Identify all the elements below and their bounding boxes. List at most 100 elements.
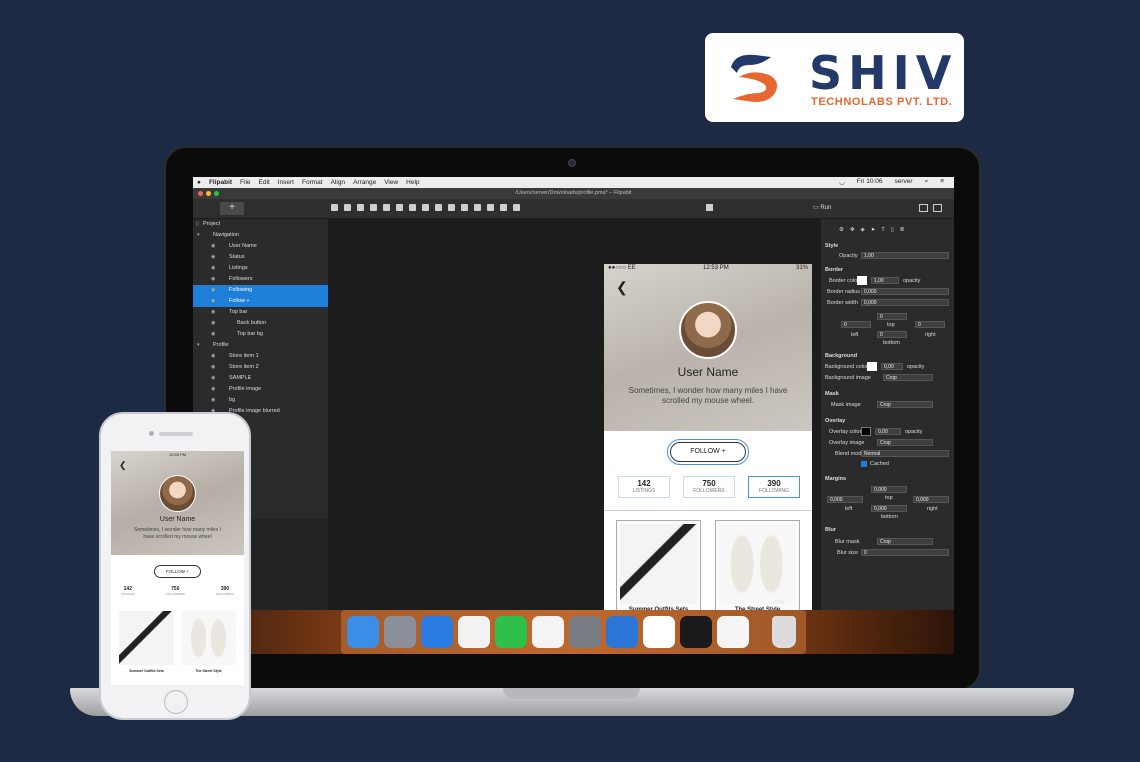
facetime-icon[interactable]	[495, 616, 527, 648]
margin-bottom-field[interactable]: 0,000	[871, 505, 907, 512]
visibility-eye-icon[interactable]: ◉	[211, 285, 215, 296]
tool-chart-icon[interactable]	[474, 204, 481, 211]
terminal-icon[interactable]	[680, 616, 712, 648]
visibility-eye-icon[interactable]: ◉	[211, 241, 215, 252]
wifi-icon[interactable]: ◡	[839, 178, 845, 186]
photos-icon[interactable]	[532, 616, 564, 648]
tool-edit-icon[interactable]	[422, 204, 429, 211]
xcode-icon[interactable]	[606, 616, 638, 648]
tool-column-icon[interactable]	[344, 204, 351, 211]
tool-video-icon[interactable]	[448, 204, 455, 211]
phone-stat[interactable]: 750 FOLLOWERS	[166, 586, 185, 596]
border-right-field[interactable]: 0	[915, 321, 945, 328]
safari-icon[interactable]	[421, 616, 453, 648]
tool-grid-icon[interactable]	[500, 204, 507, 211]
tool-check-icon[interactable]	[513, 204, 520, 211]
visibility-eye-icon[interactable]: ◉	[211, 274, 215, 285]
stat-following[interactable]: 390 FOLLOWING	[748, 476, 800, 498]
layer-item[interactable]: ▾ Navigation	[193, 230, 328, 241]
tool-camera-icon[interactable]	[435, 204, 442, 211]
project-icon[interactable]: ▯	[196, 219, 199, 230]
layer-item[interactable]: ◉ bg	[193, 395, 328, 406]
visibility-eye-icon[interactable]: ◉	[211, 263, 215, 274]
disclosure-icon[interactable]: ▾	[197, 340, 200, 351]
layer-item[interactable]: ◉ Store item 2	[193, 362, 328, 373]
run-button[interactable]: ▭ Run	[813, 204, 831, 211]
stat-listings[interactable]: 142 LISTINGS	[618, 476, 670, 498]
opacity-field[interactable]: 1,00	[861, 252, 949, 259]
background-opacity-field[interactable]: 0,00	[881, 363, 903, 370]
background-color-swatch[interactable]	[867, 362, 877, 371]
phone-back-button[interactable]: ❮	[119, 460, 127, 471]
overlay-opacity-field[interactable]: 0,00	[875, 428, 901, 435]
visibility-eye-icon[interactable]: ◉	[211, 384, 215, 395]
visibility-eye-icon[interactable]: ◉	[211, 395, 215, 406]
border-top-field[interactable]: 0	[877, 313, 907, 320]
follow-button[interactable]: FOLLOW +	[667, 439, 749, 465]
layer-item[interactable]: ◉ SAMPLE	[193, 373, 328, 384]
border-width-field[interactable]: 0,000	[861, 299, 949, 306]
add-layer-button[interactable]: +	[220, 202, 244, 215]
visibility-eye-icon[interactable]: ◉	[211, 252, 215, 263]
visibility-eye-icon[interactable]: ◉	[211, 307, 215, 318]
system-preferences-icon[interactable]	[569, 616, 601, 648]
menu-view[interactable]: View	[384, 179, 398, 186]
cursor-tab-icon[interactable]: ➤	[871, 227, 876, 233]
apple-menu-icon[interactable]: ●	[197, 179, 201, 186]
menu-file[interactable]: File	[240, 179, 250, 186]
tool-draw-icon[interactable]	[409, 204, 416, 211]
menu-user[interactable]: server	[895, 178, 913, 186]
zoom-level[interactable]: 63%	[774, 600, 784, 606]
menu-edit[interactable]: Edit	[259, 179, 270, 186]
visibility-eye-icon[interactable]: ◉	[211, 362, 215, 373]
notification-center-icon[interactable]: ≡	[940, 178, 944, 186]
cached-checkbox[interactable]	[861, 461, 867, 467]
blur-size-field[interactable]: 0	[861, 549, 949, 556]
layer-item[interactable]: ◉ Store item 1	[193, 351, 328, 362]
layer-item[interactable]: ◉ Profile image	[193, 384, 328, 395]
tool-calendar-icon[interactable]	[487, 204, 494, 211]
text-tab-icon[interactable]: T	[881, 227, 884, 233]
spotlight-icon[interactable]: ⌕	[925, 178, 929, 186]
mask-image-select[interactable]: Crop	[877, 401, 933, 408]
layer-item[interactable]: ▯ Project	[193, 219, 328, 230]
panel-right-toggle-icon[interactable]	[933, 204, 942, 212]
tool-picture-icon[interactable]	[370, 204, 377, 211]
window-close-button[interactable]	[198, 191, 203, 196]
layer-item[interactable]: ◉ Followers	[193, 274, 328, 285]
border-left-field[interactable]: 0	[841, 321, 871, 328]
tool-shape-icon[interactable]	[461, 204, 468, 211]
border-bottom-field[interactable]: 0	[877, 331, 907, 338]
layer-item[interactable]: ◉ Following	[193, 285, 328, 296]
background-image-select[interactable]: Crop	[883, 374, 933, 381]
menu-arrange[interactable]: Arrange	[353, 179, 376, 186]
device-tab-icon[interactable]: ▯	[891, 227, 894, 233]
phone-store-item[interactable]: The Street Style	[181, 611, 236, 677]
border-radius-field[interactable]: 0,000	[861, 288, 949, 295]
finder-icon[interactable]	[347, 616, 379, 648]
visibility-eye-icon[interactable]: ◉	[211, 351, 215, 362]
clock[interactable]: Fri 10:06	[857, 178, 883, 186]
visibility-eye-icon[interactable]: ◉	[211, 296, 215, 307]
layer-item[interactable]: ◉ Status	[193, 252, 328, 263]
menu-insert[interactable]: Insert	[278, 179, 294, 186]
overlay-color-swatch[interactable]	[861, 427, 871, 436]
margin-left-field[interactable]: 0,000	[827, 496, 863, 503]
launchpad-icon[interactable]	[384, 616, 416, 648]
github-icon[interactable]	[643, 616, 675, 648]
overlay-image-select[interactable]: Crop	[877, 439, 933, 446]
margin-right-field[interactable]: 0,000	[913, 496, 949, 503]
tool-text-icon[interactable]	[357, 204, 364, 211]
trash-icon[interactable]	[772, 616, 796, 648]
border-color-opacity-field[interactable]: 1,00	[871, 277, 899, 284]
layer-item[interactable]: ◉ Top bar	[193, 307, 328, 318]
menu-format[interactable]: Format	[302, 179, 323, 186]
layer-item[interactable]: ◉ Listings	[193, 263, 328, 274]
layer-item[interactable]: ◉ Top bar bg	[193, 329, 328, 340]
layer-item[interactable]: ▾ Profile	[193, 340, 328, 351]
move-tab-icon[interactable]: ✥	[850, 227, 855, 233]
visibility-eye-icon[interactable]: ◉	[211, 318, 215, 329]
tool-globe-icon[interactable]	[383, 204, 390, 211]
itunes-icon[interactable]	[458, 616, 490, 648]
layer-item[interactable]: ◉ User Name	[193, 241, 328, 252]
